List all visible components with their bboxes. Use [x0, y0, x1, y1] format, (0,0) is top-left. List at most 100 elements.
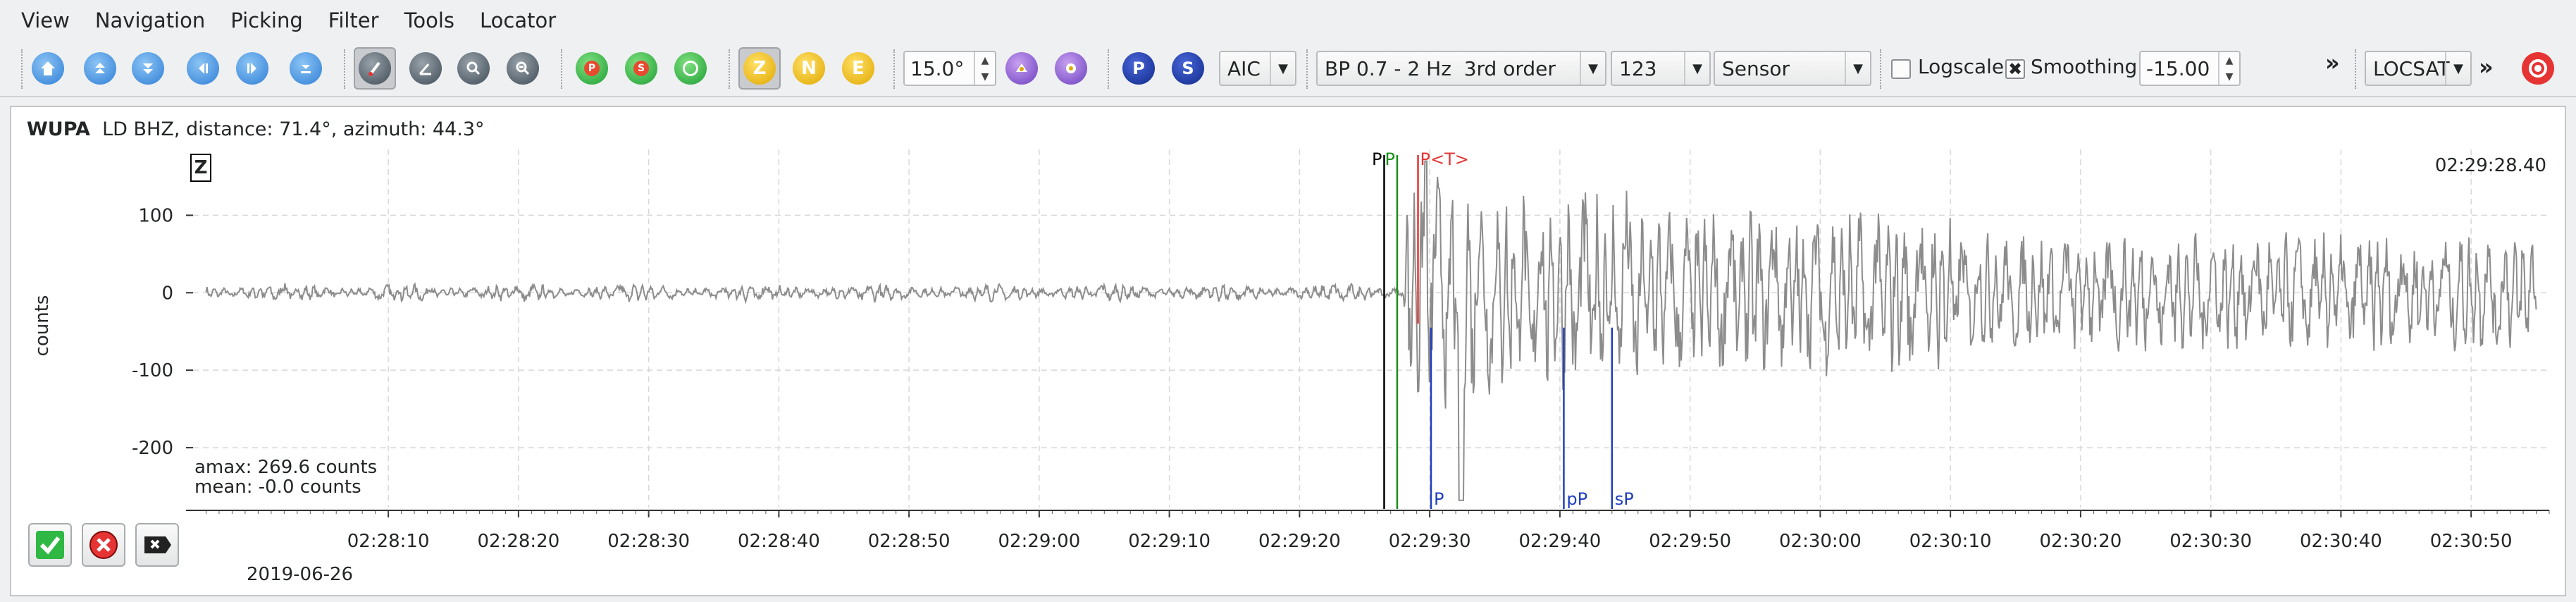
pick-s-button[interactable]: S [620, 47, 662, 90]
x-tick-label: 02:28:20 [477, 531, 559, 552]
x-tick-label: 02:30:50 [2430, 531, 2513, 552]
toolbar-separator [729, 49, 730, 89]
toolbar-separator [1108, 49, 1109, 89]
rotate-button[interactable] [1001, 47, 1043, 90]
x-tick-label: 02:28:30 [607, 531, 690, 552]
spin-up-icon[interactable]: ▲ [975, 52, 995, 68]
pick-tool-icon [359, 52, 391, 85]
rotate-alt-button[interactable] [1050, 47, 1092, 90]
phase-s-button[interactable]: S [1167, 47, 1209, 90]
zoom-out-button[interactable] [502, 47, 544, 90]
toolbar-separator [893, 49, 895, 89]
trace-count-value: 123 [1619, 56, 1657, 80]
sort-combo[interactable]: Sensor ▼ [1714, 51, 1871, 86]
expand-button[interactable] [285, 47, 327, 90]
toolbar-separator [344, 49, 345, 89]
waveform-line [205, 160, 2537, 501]
arrival-label: sP [1615, 489, 1634, 509]
pick-refresh-button[interactable] [669, 47, 712, 90]
spin-up-icon[interactable]: ▲ [2219, 52, 2239, 68]
chevron-down-icon: ▼ [1580, 52, 1605, 85]
menu-locator[interactable]: Locator [467, 0, 569, 41]
menu-tools[interactable]: Tools [392, 0, 467, 41]
chevron-down-icon: ▼ [1270, 52, 1295, 85]
scroll-up-button[interactable] [79, 47, 121, 90]
scroll-down-button[interactable] [127, 47, 169, 90]
locator-combo[interactable]: LOCSAT ▼ [2365, 51, 2472, 86]
menu-picking[interactable]: Picking [218, 0, 316, 41]
x-tick-label: 02:30:00 [1779, 531, 1862, 552]
x-tick-label: 02:30:30 [2169, 531, 2252, 552]
export-icon [144, 536, 171, 553]
menu-bar: View Navigation Picking Filter Tools Loc… [0, 0, 2576, 41]
algorithm-combo[interactable]: AIC ▼ [1219, 51, 1296, 86]
export-button[interactable] [135, 523, 179, 567]
rotation-angle-value: 15.0° [910, 56, 965, 80]
measure-angle-button[interactable] [404, 47, 447, 90]
rotation-angle-spinbox[interactable]: 15.0° ▲ ▼ [903, 51, 996, 86]
toolbar: P S Z N E 15.0° ▲ ▼ P S AIC ▼ BP 0.7 - 2… [0, 41, 2576, 97]
x-tick-label: 02:30:10 [1909, 531, 1992, 552]
y-tick-label: 100 [138, 205, 173, 226]
date-label: 2019-06-26 [247, 564, 354, 585]
scroll-right-button[interactable] [231, 47, 273, 90]
pick-tool-button[interactable] [354, 47, 396, 90]
zoom-icon [457, 52, 490, 85]
scroll-left-button[interactable] [182, 47, 224, 90]
trace-panel: 100 0 -100 -200 counts 02:28:10 02:28:20 02:28:… [10, 106, 2566, 596]
scroll-left-icon [187, 52, 219, 85]
spin-down-icon[interactable]: ▼ [975, 68, 995, 85]
trace-count-combo[interactable]: 123 ▼ [1611, 51, 1711, 86]
x-tick-label: 02:30:20 [2040, 531, 2122, 552]
reject-button[interactable] [82, 523, 125, 567]
spin-down-icon[interactable]: ▼ [2219, 68, 2239, 85]
y-axis-label: counts [32, 295, 53, 357]
algorithm-value: AIC [1227, 56, 1261, 80]
menu-navigation[interactable]: Navigation [82, 0, 218, 41]
scroll-up-icon [84, 52, 116, 85]
locate-button[interactable] [2517, 47, 2559, 90]
trace-plot[interactable]: 100 0 -100 -200 counts 02:28:10 02:28:20 02:28:… [11, 107, 2568, 598]
home-icon [32, 52, 64, 85]
accept-button[interactable] [28, 523, 72, 567]
close-icon [89, 531, 118, 559]
chevron-down-icon: ▼ [1845, 52, 1870, 85]
chevron-down-icon: ▼ [1684, 52, 1709, 85]
phase-p-button[interactable]: P [1117, 47, 1160, 90]
smoothing-spinbox[interactable]: -15.00 ▲ ▼ [2139, 51, 2241, 86]
home-button[interactable] [27, 47, 69, 90]
pick-p-button[interactable]: P [571, 47, 613, 90]
menu-view[interactable]: View [8, 0, 82, 41]
toolbar-extension-icon[interactable]: » [2325, 49, 2340, 76]
check-icon [36, 531, 64, 559]
toolbar-separator [561, 49, 562, 89]
arrival-label: pP [1566, 489, 1587, 509]
pick-label: P [1372, 149, 1382, 169]
smoothing-label: Smoothing [2031, 55, 2138, 78]
check-icon: ✖ [2007, 59, 2023, 79]
x-tick-label: 02:29:40 [1518, 531, 1601, 552]
x-tick-label: 02:28:40 [738, 531, 820, 552]
x-tick-label: 02:28:50 [868, 531, 950, 552]
toolbar-extension-icon-2[interactable]: » [2479, 54, 2494, 80]
rotate-alt-icon [1055, 52, 1087, 85]
logscale-label: Logscale [1918, 55, 2005, 78]
smoothing-checkbox[interactable]: ✖ [2005, 59, 2025, 79]
logscale-checkbox[interactable] [1891, 59, 1911, 79]
component-label: Z [190, 154, 211, 182]
filter-combo[interactable]: BP 0.7 - 2 Hz 3rd order ▼ [1316, 51, 1606, 86]
trace-title: WUPA LD BHZ, distance: 71.4°, azimuth: 4… [27, 118, 485, 140]
toolbar-separator [21, 49, 23, 89]
locator-value: LOCSAT [2373, 56, 2450, 80]
phase-p-icon: P [1122, 52, 1155, 85]
component-n-button[interactable]: N [788, 47, 830, 90]
station-code: WUPA [27, 118, 90, 140]
scroll-down-icon [132, 52, 164, 85]
component-z-button[interactable]: Z [738, 47, 781, 90]
component-e-button[interactable]: E [837, 47, 879, 90]
zoom-button[interactable] [452, 47, 495, 90]
toolbar-separator [1880, 49, 1881, 89]
menu-filter[interactable]: Filter [316, 0, 392, 41]
toolbar-separator [1306, 49, 1308, 89]
end-time: 02:29:28.40 [2434, 155, 2546, 176]
